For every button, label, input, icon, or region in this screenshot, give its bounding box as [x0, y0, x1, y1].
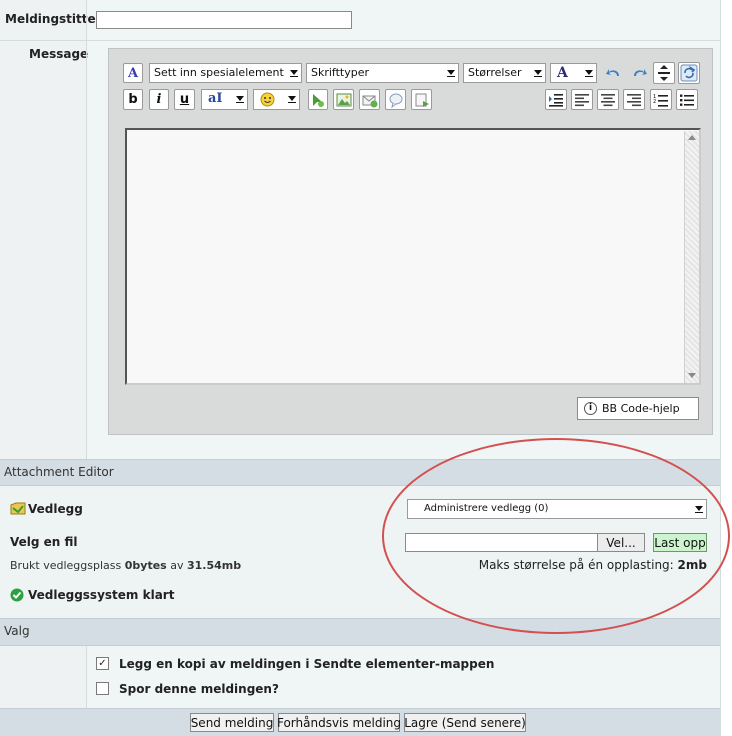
align-left-icon[interactable] — [571, 89, 593, 110]
message-textarea[interactable] — [125, 128, 701, 385]
align-center-icon[interactable] — [597, 89, 619, 110]
max-size-prefix: Maks størrelse på én opplasting: — [478, 558, 674, 572]
chevron-down-icon — [288, 96, 296, 103]
font-color-select[interactable]: A — [550, 63, 597, 83]
max-size-text: Maks størrelse på én opplasting: 2mb — [479, 558, 707, 572]
message-label-cell — [0, 41, 86, 459]
right-border — [720, 0, 721, 736]
font-type-value: Skrifttyper — [311, 66, 370, 79]
options-section-title: Valg — [4, 624, 30, 638]
font-color-icon: A — [557, 65, 568, 81]
special-element-select[interactable]: Sett inn spesialelement — [149, 63, 302, 83]
font-type-select[interactable]: Skrifttyper — [306, 63, 459, 83]
undo-icon[interactable] — [604, 63, 624, 83]
options-body — [87, 646, 720, 708]
send-button[interactable]: Send melding — [190, 713, 274, 732]
scroll-up-icon[interactable] — [688, 135, 696, 140]
insert-code-icon[interactable] — [411, 89, 432, 110]
info-icon: i — [584, 402, 597, 415]
track-message-label[interactable]: Spor denne meldingen? — [119, 682, 279, 696]
options-column-divider — [86, 646, 87, 708]
save-later-button[interactable]: Lagre (Send senere) — [404, 713, 526, 732]
special-element-value: Sett inn spesialelement — [154, 66, 284, 79]
upload-button[interactable]: Last opp — [653, 533, 707, 552]
max-size-value: 2mb — [677, 558, 707, 572]
insert-email-icon[interactable] — [359, 89, 380, 110]
text-style-select[interactable]: aI — [201, 89, 248, 110]
bbcode-help-button[interactable]: i BB Code-hjelp — [577, 397, 699, 420]
insert-link-icon[interactable] — [308, 89, 328, 110]
file-path-input[interactable] — [405, 533, 598, 552]
italic-button[interactable]: i — [149, 89, 169, 110]
size-select[interactable]: Størrelser — [463, 63, 546, 83]
chevron-down-icon — [585, 70, 593, 77]
underline-button[interactable]: u — [174, 89, 195, 110]
track-message-checkbox[interactable] — [96, 682, 109, 695]
resize-editor-icon[interactable] — [653, 62, 675, 84]
manage-attachments-select[interactable]: Administrere vedlegg (0) — [407, 499, 707, 519]
message-label: Message — [29, 47, 89, 61]
attachment-section-title: Attachment Editor — [4, 465, 114, 479]
options-label-cell — [0, 646, 86, 708]
status-check-icon — [10, 588, 24, 602]
bold-button[interactable]: b — [123, 89, 143, 110]
insert-quote-icon[interactable] — [385, 89, 406, 110]
svg-text:2: 2 — [653, 99, 656, 105]
insert-image-icon[interactable] — [333, 89, 354, 110]
browse-button[interactable]: Vel... — [597, 533, 645, 552]
indent-icon[interactable] — [545, 89, 567, 110]
title-input[interactable] — [96, 11, 352, 29]
copy-to-sent-label[interactable]: Legg en kopi av meldingen i Sendte eleme… — [119, 657, 494, 671]
smiley-select[interactable] — [253, 89, 300, 110]
attachment-icon — [10, 501, 26, 516]
chevron-down-icon — [447, 70, 455, 77]
copy-to-sent-checkbox[interactable]: ✓ — [96, 657, 109, 670]
smiley-icon — [260, 92, 275, 113]
used-space-text: Brukt vedleggsplass 0bytes av 31.54mb — [10, 559, 241, 572]
used-space-of: av — [170, 559, 184, 572]
choose-file-label: Velg en fil — [10, 535, 78, 549]
align-right-icon[interactable] — [623, 89, 645, 110]
used-space-value: 0bytes — [124, 559, 167, 572]
size-value: Størrelser — [468, 66, 522, 79]
scroll-down-icon[interactable] — [688, 373, 696, 378]
bbcode-help-label: BB Code-hjelp — [602, 402, 680, 415]
chevron-down-icon — [290, 70, 298, 77]
attachment-label: Vedlegg — [28, 502, 83, 516]
bullet-list-icon[interactable] — [676, 89, 698, 110]
options-section-header: Valg — [0, 618, 720, 646]
manage-attachments-value: Administrere vedlegg (0) — [424, 503, 549, 514]
used-space-total: 31.54mb — [186, 559, 242, 572]
redo-icon[interactable] — [629, 63, 649, 83]
attachment-section-header: Attachment Editor — [0, 459, 720, 486]
chevron-down-icon — [695, 506, 703, 513]
column-divider — [86, 0, 87, 459]
switch-mode-icon[interactable] — [678, 62, 700, 84]
used-space-prefix: Brukt vedleggsplass — [10, 559, 122, 572]
chevron-down-icon — [236, 96, 244, 103]
textarea-scrollbar[interactable] — [684, 131, 699, 383]
attachment-status: Vedleggssystem klart — [28, 588, 175, 602]
remove-format-icon[interactable]: A — [123, 63, 143, 83]
text-style-icon: aI — [208, 91, 223, 106]
numbered-list-icon[interactable]: 12 — [650, 89, 672, 110]
preview-button[interactable]: Forhåndsvis melding — [277, 713, 401, 732]
chevron-down-icon — [534, 70, 542, 77]
